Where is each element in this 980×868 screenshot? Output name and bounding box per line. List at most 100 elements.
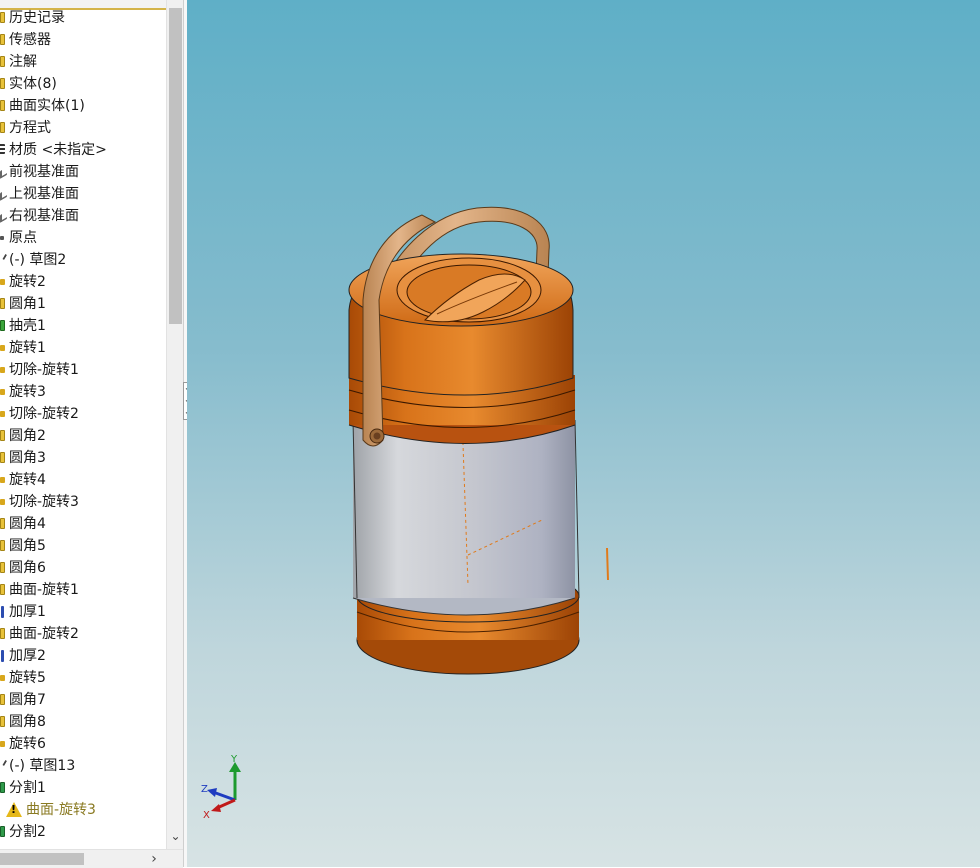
tree-item-label: 加厚2 <box>9 648 46 664</box>
tree-item[interactable]: 圆角1 <box>0 293 166 315</box>
scroll-right-icon[interactable]: › <box>146 850 162 868</box>
tree-item[interactable]: 方程式 <box>0 117 166 139</box>
tree-item-label: 上视基准面 <box>9 186 79 202</box>
tree-item[interactable]: 历史记录 <box>0 7 166 29</box>
feature-tree-list: 历史记录传感器注解 实体(8) 曲面实体(1) 方程式材质 <未指定> 前视基准面上视基… <box>0 7 166 843</box>
surface-revolve-icon <box>0 628 5 639</box>
tree-item-label: 圆角7 <box>9 692 46 708</box>
tree-item-label: 抽壳1 <box>9 318 46 334</box>
tree-item[interactable]: 注解 <box>0 51 166 73</box>
tree-item-label: 圆角8 <box>9 714 46 730</box>
split-icon <box>0 826 5 837</box>
tree-item[interactable]: 传感器 <box>0 29 166 51</box>
sketch-icon <box>0 251 8 261</box>
plane-icon <box>0 210 7 224</box>
tree-item[interactable]: 圆角7 <box>0 689 166 711</box>
tree-item-label: 曲面-旋转1 <box>9 582 79 598</box>
tree-item[interactable]: 曲面-旋转2 <box>0 623 166 645</box>
tree-item[interactable]: (-) 草图2 <box>0 249 166 271</box>
tree-item-label: 原点 <box>9 230 37 246</box>
tree-item[interactable]: 曲面-旋转3 <box>0 799 166 821</box>
fillet-icon <box>0 452 5 463</box>
fillet-icon <box>0 562 5 573</box>
tree-item[interactable]: 上视基准面 <box>0 183 166 205</box>
tree-item[interactable]: 旋转5 <box>0 667 166 689</box>
tree-item-label: 分割1 <box>9 780 46 796</box>
tree-item-label: 旋转1 <box>9 340 46 356</box>
folder-icon <box>0 78 5 89</box>
plane-icon <box>0 166 7 180</box>
tree-item[interactable]: 切除-旋转1 <box>0 359 166 381</box>
x-axis-label: X <box>203 810 210 821</box>
tree-item-label: 切除-旋转2 <box>9 406 79 422</box>
tree-item[interactable]: 抽壳1 <box>0 315 166 337</box>
folder-icon <box>0 12 5 23</box>
tree-item-label: (-) 草图13 <box>9 758 76 774</box>
tree-item[interactable]: (-) 草图13 <box>0 755 166 777</box>
tree-item-label: 圆角6 <box>9 560 46 576</box>
tree-item-label: 材质 <未指定> <box>9 142 107 158</box>
tree-item-label: 分割2 <box>9 824 46 840</box>
folder-icon <box>0 34 5 45</box>
tree-item[interactable]: 圆角3 <box>0 447 166 469</box>
tree-item-label: 旋转2 <box>9 274 46 290</box>
thicken-icon <box>1 650 4 662</box>
tree-item[interactable]: 圆角8 <box>0 711 166 733</box>
tree-item[interactable]: 曲面实体(1) <box>0 95 166 117</box>
split-icon <box>0 782 5 793</box>
tree-item-label: 旋转5 <box>9 670 46 686</box>
tree-item[interactable]: 原点 <box>0 227 166 249</box>
tree-item[interactable]: 右视基准面 <box>0 205 166 227</box>
food-jar-3d-model[interactable] <box>187 0 980 867</box>
scroll-down-icon[interactable]: ⌄ <box>169 829 182 843</box>
tree-item-label: 右视基准面 <box>9 208 79 224</box>
coordinate-triad: Y Z X <box>201 754 241 821</box>
tree-item-label: 圆角2 <box>9 428 46 444</box>
tree-item[interactable]: 圆角5 <box>0 535 166 557</box>
tree-item[interactable]: 切除-旋转2 <box>0 403 166 425</box>
fillet-icon <box>0 298 5 309</box>
tree-item-label: 曲面-旋转2 <box>9 626 79 642</box>
surface-revolve-icon <box>0 584 5 595</box>
thicken-icon <box>1 606 4 618</box>
revolve-icon <box>0 345 5 351</box>
tree-item[interactable]: 圆角2 <box>0 425 166 447</box>
tree-item[interactable]: 加厚2 <box>0 645 166 667</box>
tree-vertical-scrollbar[interactable]: ⌄ <box>166 0 184 849</box>
revolve-icon <box>0 279 5 285</box>
revolve-icon <box>0 389 5 395</box>
tree-item[interactable]: 加厚1 <box>0 601 166 623</box>
tree-item[interactable]: 圆角6 <box>0 557 166 579</box>
tree-item[interactable]: 实体(8) <box>0 73 166 95</box>
tree-item[interactable]: 分割2 <box>0 821 166 843</box>
feature-manager-tree[interactable]: 历史记录传感器注解 实体(8) 曲面实体(1) 方程式材质 <未指定> 前视基准面上视基… <box>0 0 166 867</box>
tree-item[interactable]: 旋转4 <box>0 469 166 491</box>
tree-item[interactable]: 圆角4 <box>0 513 166 535</box>
tree-item[interactable]: 分割1 <box>0 777 166 799</box>
tree-item[interactable]: 材质 <未指定> <box>0 139 166 161</box>
fillet-icon <box>0 518 5 529</box>
tree-item[interactable]: 旋转6 <box>0 733 166 755</box>
tree-item-label: 旋转3 <box>9 384 46 400</box>
graphics-viewport[interactable]: Y Z X <box>187 0 980 867</box>
tree-horizontal-scrollbar[interactable]: › <box>0 849 183 868</box>
tree-item-label: 前视基准面 <box>9 164 79 180</box>
tree-item[interactable]: 旋转2 <box>0 271 166 293</box>
tree-item[interactable]: 前视基准面 <box>0 161 166 183</box>
fillet-icon <box>0 716 5 727</box>
tree-item[interactable]: 旋转1 <box>0 337 166 359</box>
warning-icon <box>6 802 22 817</box>
tree-item[interactable]: 曲面-旋转1 <box>0 579 166 601</box>
y-axis-label: Y <box>230 754 238 765</box>
tree-item[interactable]: 旋转3 <box>0 381 166 403</box>
tree-item-label: 传感器 <box>9 32 51 48</box>
vertical-scroll-thumb[interactable] <box>169 8 182 324</box>
tree-item-label: 圆角1 <box>9 296 46 312</box>
horizontal-scroll-thumb[interactable] <box>0 853 84 865</box>
sketch-icon <box>0 757 8 767</box>
tree-item[interactable]: 切除-旋转3 <box>0 491 166 513</box>
tree-item-label: 圆角5 <box>9 538 46 554</box>
cut-revolve-icon <box>0 411 5 417</box>
tree-item-label: (-) 草图2 <box>9 252 67 268</box>
tree-item-label: 曲面实体(1) <box>9 98 85 114</box>
